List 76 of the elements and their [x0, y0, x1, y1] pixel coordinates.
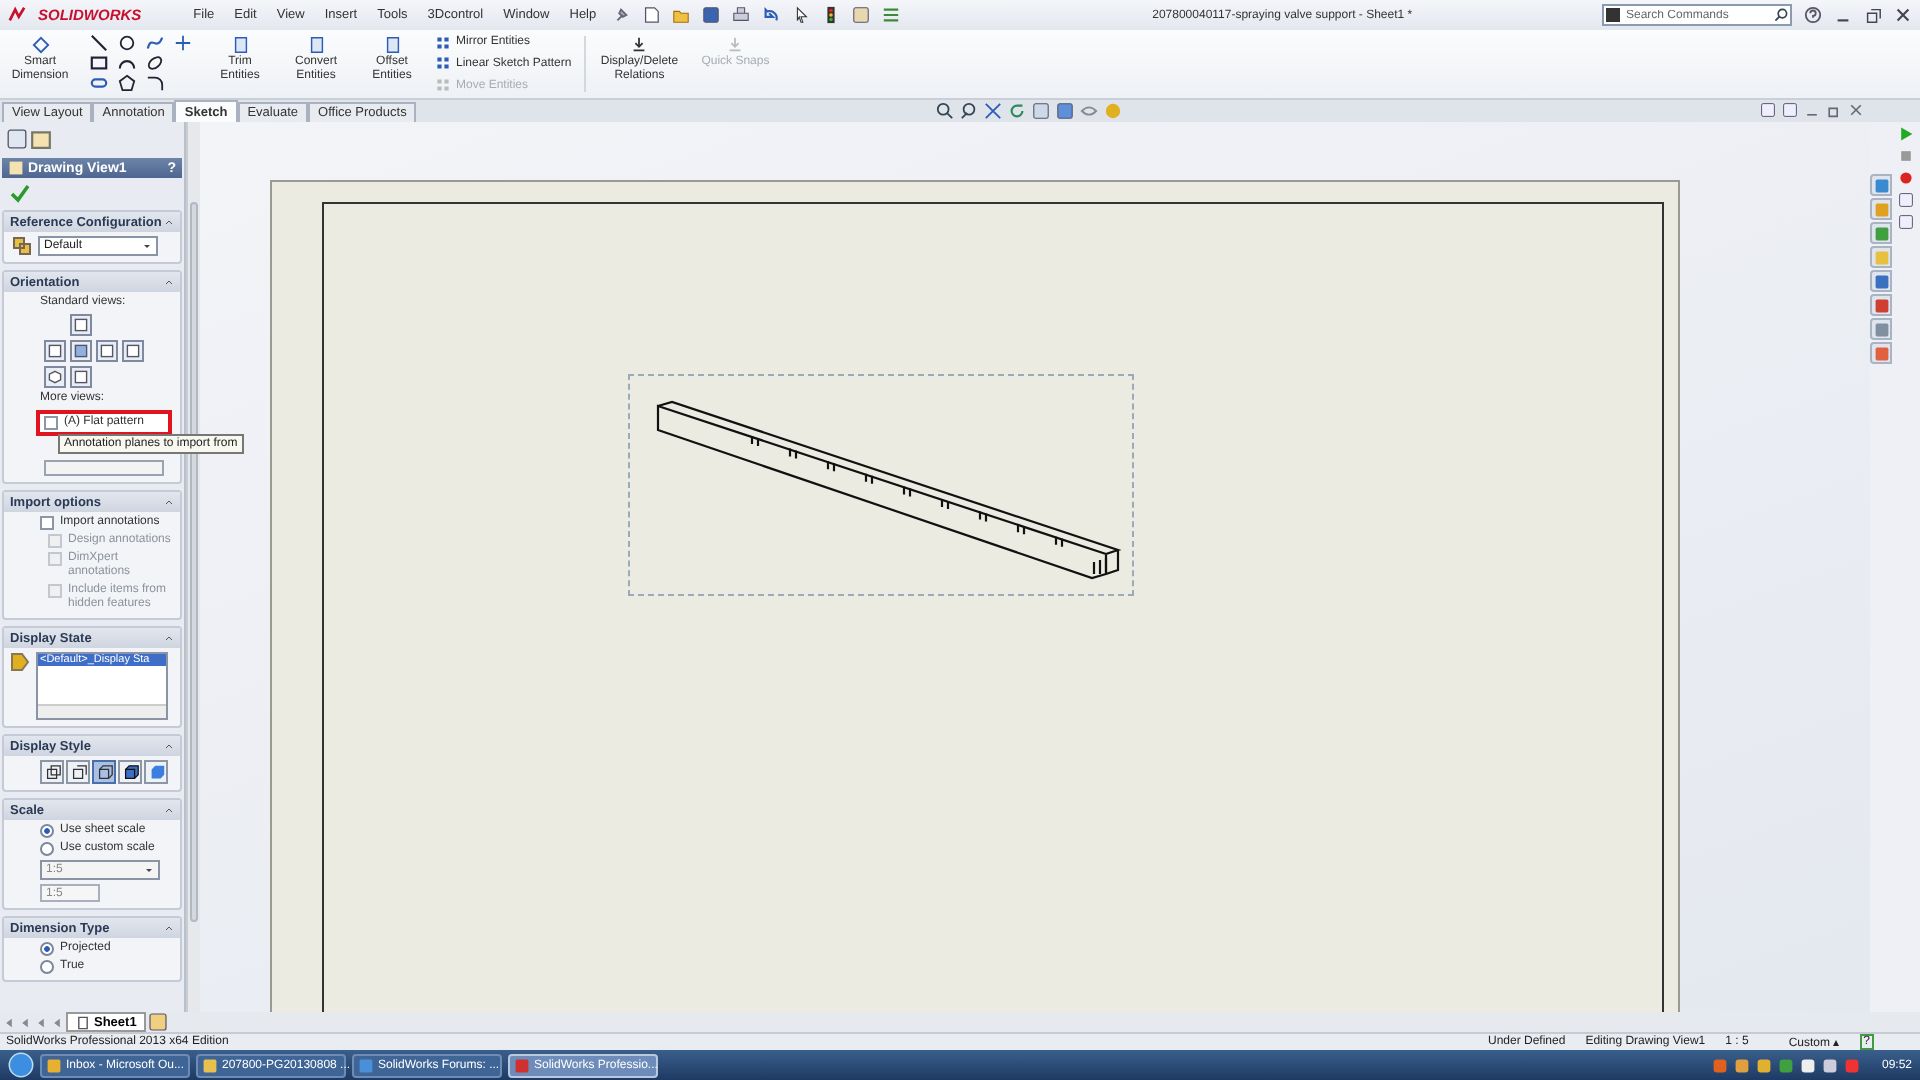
- cube-icon: [95, 763, 113, 781]
- open-folder-icon[interactable]: [672, 6, 691, 24]
- task-pane-tab[interactable]: [1870, 318, 1892, 340]
- fillet-icon[interactable]: [145, 73, 163, 91]
- restore-icon[interactable]: [1826, 102, 1842, 118]
- checkbox[interactable]: [40, 516, 54, 530]
- circle-icon[interactable]: [117, 33, 135, 51]
- cube-icon: [147, 763, 165, 781]
- bottom-view-button[interactable]: [70, 366, 92, 388]
- section-view-icon[interactable]: [984, 102, 1002, 120]
- close-icon[interactable]: [1848, 102, 1864, 118]
- horizontal-scrollbar[interactable]: [38, 704, 166, 718]
- checkbox[interactable]: [44, 416, 58, 430]
- configuration-icon: [12, 236, 32, 256]
- ok-checkmark-icon[interactable]: [10, 184, 30, 204]
- hide-show-icon[interactable]: [1080, 102, 1098, 120]
- radio-button[interactable]: [40, 960, 54, 974]
- line-icon[interactable]: [89, 33, 107, 51]
- solidworks-logo-icon: [8, 6, 26, 24]
- ellipse-icon[interactable]: [145, 53, 163, 71]
- relations-icon: [726, 36, 745, 54]
- cube-icon: [48, 370, 62, 384]
- select-pointer-icon[interactable]: [792, 6, 811, 24]
- close-icon[interactable]: [1894, 6, 1912, 24]
- spline-icon[interactable]: [145, 33, 163, 51]
- pattern-icon: [436, 35, 450, 50]
- cube-icon: [121, 763, 139, 781]
- right-view-button[interactable]: [96, 340, 118, 362]
- cube-icon: [43, 763, 61, 781]
- display-style-button[interactable]: [92, 760, 116, 784]
- tag-icon: [10, 652, 30, 672]
- polygon-icon[interactable]: [117, 73, 135, 91]
- rectangle-icon[interactable]: [89, 53, 107, 71]
- pattern-icon: [436, 78, 450, 93]
- pattern-icon: [436, 56, 450, 71]
- top-view-button[interactable]: [70, 314, 92, 336]
- front-view-button[interactable]: [70, 340, 92, 362]
- display-style-button[interactable]: [66, 760, 90, 784]
- point-icon[interactable]: [173, 33, 191, 51]
- zoom-area-icon[interactable]: [960, 102, 978, 120]
- task-pane-tab[interactable]: [1870, 294, 1892, 316]
- undo-icon[interactable]: [762, 6, 781, 24]
- search-icon: [1774, 8, 1788, 22]
- isometric-view-button[interactable]: [44, 366, 66, 388]
- slot-icon[interactable]: [89, 73, 107, 91]
- task-pane-tab[interactable]: [1870, 270, 1892, 292]
- task-pane-tab[interactable]: [1870, 342, 1892, 364]
- pin-icon[interactable]: [612, 6, 631, 24]
- zoom-icon[interactable]: [936, 102, 954, 120]
- radio-button[interactable]: [40, 942, 54, 956]
- radio-button[interactable]: [40, 824, 54, 838]
- display-style-button[interactable]: [40, 760, 64, 784]
- play-icon[interactable]: [1897, 126, 1913, 142]
- print-icon[interactable]: [732, 6, 751, 24]
- start-button-icon[interactable]: [8, 1052, 34, 1078]
- cube-icon: [69, 763, 87, 781]
- caret-icon: [144, 865, 154, 875]
- help-icon[interactable]: [1804, 6, 1822, 24]
- sheet-icon: [76, 1015, 90, 1029]
- list-icon[interactable]: [882, 6, 901, 24]
- task-pane-tab[interactable]: [1870, 222, 1892, 244]
- horizontal-scrollbar[interactable]: [44, 460, 164, 476]
- relations-icon: [630, 36, 649, 54]
- back-view-button[interactable]: [122, 340, 144, 362]
- dimension-icon: [31, 36, 49, 54]
- rotate-icon[interactable]: [1008, 102, 1026, 120]
- caret-icon: [142, 241, 152, 251]
- stop-icon[interactable]: [1897, 148, 1913, 164]
- record-icon[interactable]: [1897, 170, 1913, 186]
- display-style-button[interactable]: [118, 760, 142, 784]
- new-document-icon[interactable]: [642, 6, 661, 24]
- traffic-light-icon[interactable]: [822, 6, 841, 24]
- left-view-button[interactable]: [44, 340, 66, 362]
- task-pane-tab[interactable]: [1870, 174, 1892, 196]
- restore-icon[interactable]: [1864, 6, 1882, 24]
- radio-button[interactable]: [40, 842, 54, 856]
